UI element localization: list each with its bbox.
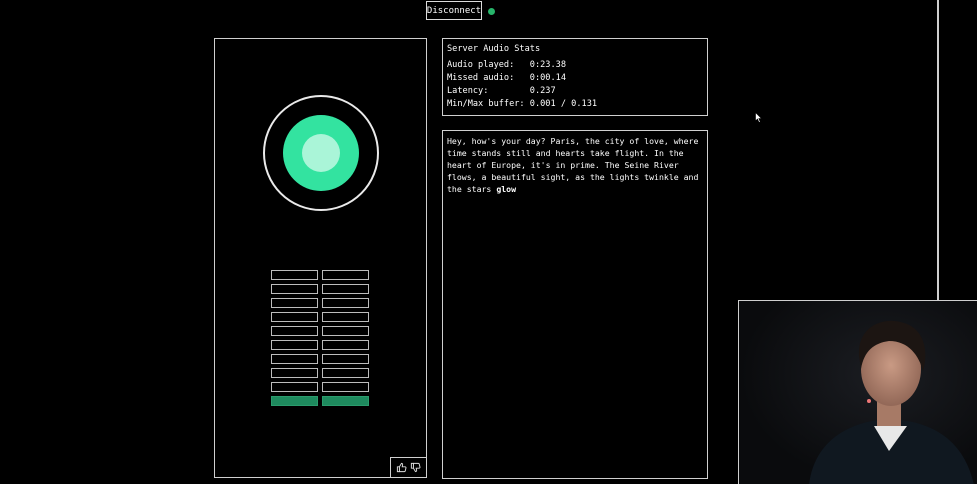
transcript-text: Hey, how's your day? Paris, the city of … [447, 135, 703, 195]
buffer-cell [322, 312, 369, 322]
stats-row-buffer: Min/Max buffer: 0.001 / 0.131 [447, 99, 598, 109]
transcript-panel: Hey, how's your day? Paris, the city of … [442, 130, 708, 479]
buffer-meter [271, 270, 369, 406]
buffer-cell [271, 368, 318, 378]
presenter-video-frame [809, 320, 974, 484]
divider-line [937, 0, 939, 301]
buffer-cell [271, 298, 318, 308]
disconnect-button[interactable]: Disconnect [426, 1, 482, 20]
buffer-cell [322, 326, 369, 336]
stats-row-latency: Latency: 0.237 [447, 86, 556, 96]
buffer-cell [322, 396, 369, 406]
buffer-cell [322, 340, 369, 350]
connection-status-dot [488, 8, 495, 15]
server-audio-stats-panel: Server Audio Stats Audio played: 0:23.38… [442, 38, 708, 116]
buffer-cell [322, 270, 369, 280]
thumbs-down-icon[interactable] [410, 462, 421, 473]
voice-activity-inner-circle [302, 134, 340, 172]
buffer-cell [271, 326, 318, 336]
presenter-video-pip [738, 300, 977, 484]
buffer-cell [322, 368, 369, 378]
buffer-cell [322, 382, 369, 392]
transcript-last-word: glow [496, 184, 517, 194]
buffer-cell [271, 270, 318, 280]
buffer-cell [322, 354, 369, 364]
buffer-cell [322, 284, 369, 294]
stats-row-missed-audio: Missed audio: 0:00.14 [447, 73, 566, 83]
app-stage: Disconnect Server Audio Stats Audio play… [0, 0, 977, 484]
buffer-cell [271, 312, 318, 322]
stats-title: Server Audio Stats [447, 44, 541, 54]
buffer-cell [322, 298, 369, 308]
feedback-controls [390, 457, 426, 477]
buffer-cell [271, 396, 318, 406]
buffer-cell [271, 354, 318, 364]
stats-row-audio-played: Audio played: 0:23.38 [447, 60, 566, 70]
transcript-body: Hey, how's your day? Paris, the city of … [447, 136, 699, 194]
buffer-cell [271, 284, 318, 294]
thumbs-up-icon[interactable] [396, 462, 407, 473]
buffer-cell [271, 382, 318, 392]
audio-visualizer-panel [214, 38, 427, 478]
buffer-cell [271, 340, 318, 350]
voice-activity-outer-circle [283, 115, 359, 191]
mouse-cursor-icon [755, 108, 763, 127]
voice-activity-ring [263, 95, 379, 211]
